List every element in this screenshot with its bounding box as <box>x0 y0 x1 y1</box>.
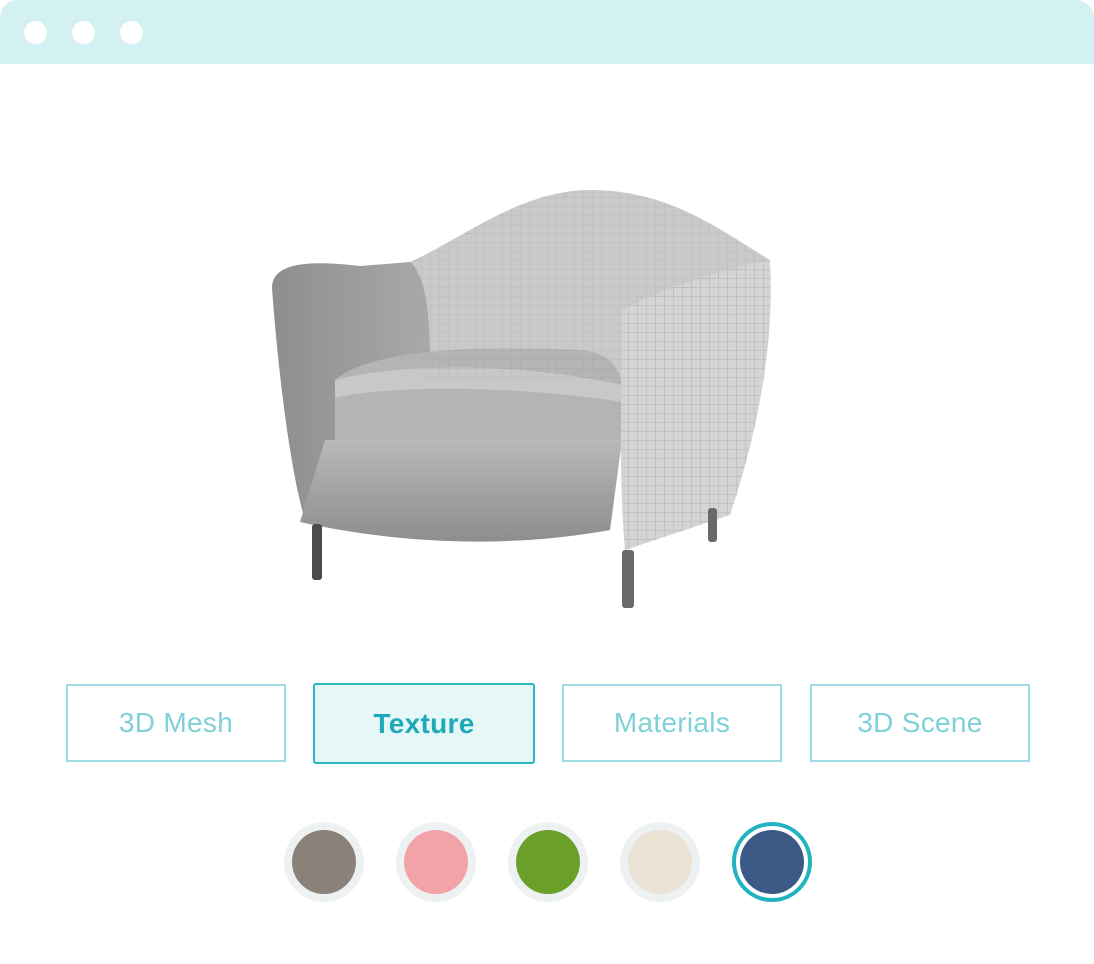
tab-texture[interactable]: Texture <box>313 683 535 764</box>
fabric-swatch-picker <box>0 822 1094 902</box>
window-titlebar <box>0 0 1094 64</box>
window-minimize-dot[interactable] <box>72 21 95 44</box>
tab-3d-scene[interactable]: 3D Scene <box>810 684 1030 762</box>
swatch-green[interactable] <box>508 822 588 902</box>
swatch-pink[interactable] <box>396 822 476 902</box>
armchair-icon <box>272 190 771 608</box>
swatch-fill <box>404 830 468 894</box>
tab-3d-mesh[interactable]: 3D Mesh <box>66 684 286 762</box>
window-maximize-dot[interactable] <box>120 21 143 44</box>
tab-materials[interactable]: Materials <box>562 684 782 762</box>
swatch-fill <box>740 830 804 894</box>
view-mode-tabs: 3D Mesh Texture Materials 3D Scene <box>0 683 1094 764</box>
armchair-3d-viewer[interactable] <box>250 170 810 630</box>
app-window: 3D Mesh Texture Materials 3D Scene <box>0 0 1094 964</box>
swatch-fill <box>292 830 356 894</box>
window-close-dot[interactable] <box>24 21 47 44</box>
swatch-fill <box>628 830 692 894</box>
swatch-navy-selected[interactable] <box>732 822 812 902</box>
swatch-fill <box>516 830 580 894</box>
swatch-cream[interactable] <box>620 822 700 902</box>
swatch-taupe[interactable] <box>284 822 364 902</box>
